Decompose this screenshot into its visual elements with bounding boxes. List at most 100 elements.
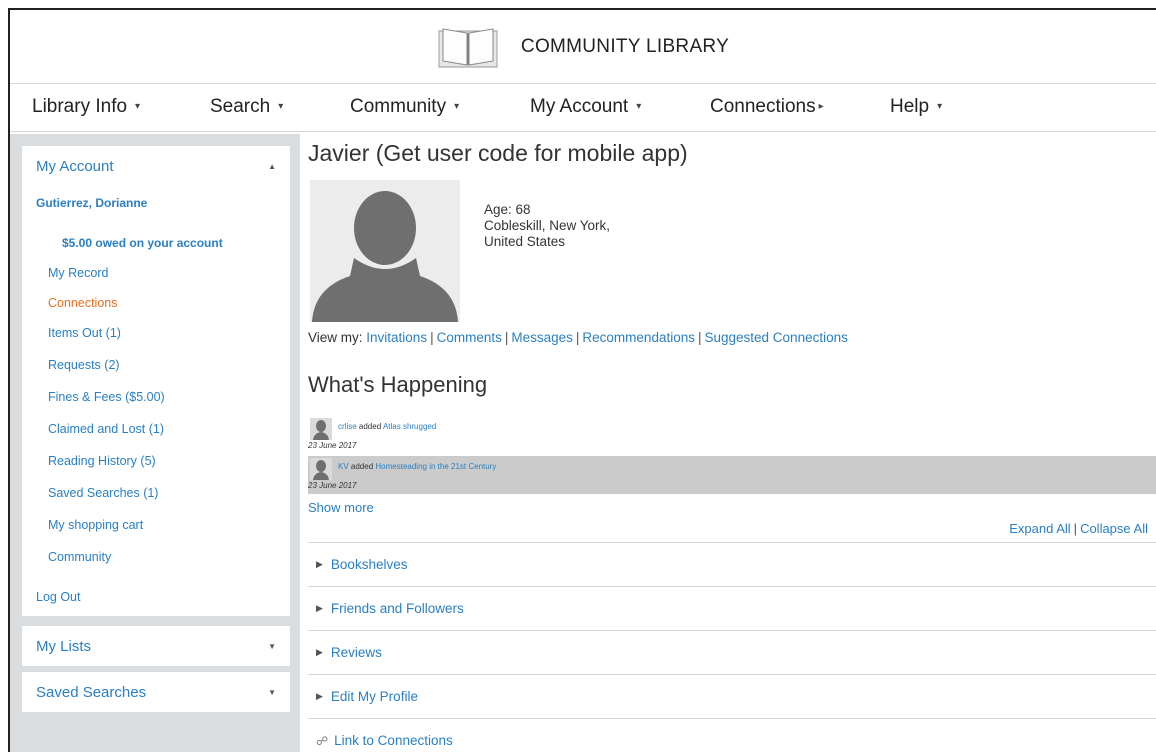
recommendations-link[interactable]: Recommendations <box>582 330 695 345</box>
profile-location: Cobleskill, New York, <box>484 218 611 233</box>
my-lists-panel-header[interactable]: My Lists ▼ <box>22 626 290 666</box>
panel-title: My Account <box>36 157 114 175</box>
expand-all-link[interactable]: Expand All <box>1009 521 1070 536</box>
nav-library-info[interactable]: Library Info ▾ <box>32 96 140 118</box>
section-friends-followers[interactable]: ▶ Friends and Followers <box>308 586 1156 630</box>
account-user-name[interactable]: Gutierrez, Dorianne <box>36 196 147 210</box>
panel-title: My Lists <box>36 637 92 655</box>
section-bookshelves[interactable]: ▶ Bookshelves <box>308 542 1156 586</box>
saved-searches-panel: Saved Searches ▼ <box>22 672 290 712</box>
nav-label: Help <box>890 96 930 117</box>
amount-owed-link[interactable]: $5.00 owed on your account <box>62 236 223 250</box>
section-label: Link to Connections <box>334 733 453 748</box>
link-icon: ☍ <box>316 733 329 748</box>
feed-user-link[interactable]: KV <box>338 462 349 471</box>
sidebar: My Account ▲ Gutierrez, Dorianne $5.00 o… <box>10 134 300 752</box>
chevron-right-icon: ▸ <box>818 101 824 113</box>
main-nav: Library Info ▾ Search ▾ Community ▾ My Acco… <box>10 84 1156 132</box>
nav-label: Search <box>210 96 271 117</box>
messages-link[interactable]: Messages <box>511 330 573 345</box>
feed-action: added <box>350 462 374 471</box>
chevron-down-icon: ▾ <box>454 101 460 113</box>
sidebar-item-items-out[interactable]: Items Out (1) <box>48 326 121 340</box>
caret-right-icon: ▶ <box>316 603 323 613</box>
chevron-down-icon: ▾ <box>636 101 642 113</box>
section-reviews[interactable]: ▶ Reviews <box>308 630 1156 674</box>
chevron-down-icon: ▼ <box>268 641 276 651</box>
feed-item: crlise added Atlas shrugged 23 June 2017 <box>308 416 1156 454</box>
chevron-down-icon: ▾ <box>278 101 284 113</box>
nav-search[interactable]: Search ▾ <box>210 96 283 118</box>
sidebar-item-my-record[interactable]: My Record <box>48 266 108 280</box>
site-header: COMMUNITY LIBRARY <box>10 10 1156 84</box>
link-to-connections[interactable]: ☍ Link to Connections <box>308 718 1156 752</box>
whats-happening-heading: What's Happening <box>308 372 488 397</box>
nav-label: Community <box>350 96 447 117</box>
my-lists-panel: My Lists ▼ <box>22 626 290 666</box>
feed-text: KV added Homesteading in the 21st Centur… <box>338 462 496 471</box>
feed-user-avatar <box>310 418 332 440</box>
feed-title-link[interactable]: Homesteading in the 21st Century <box>375 462 496 471</box>
expand-collapse-controls: Expand All | Collapse All <box>1009 521 1148 536</box>
caret-right-icon: ▶ <box>316 691 323 701</box>
nav-label: Connections <box>710 96 816 117</box>
collapse-all-link[interactable]: Collapse All <box>1080 521 1148 536</box>
sidebar-item-saved-searches[interactable]: Saved Searches (1) <box>48 486 158 500</box>
page-frame: COMMUNITY LIBRARY Library Info ▾ Search ▾ … <box>8 8 1156 752</box>
nav-community[interactable]: Community ▾ <box>350 96 459 118</box>
view-my-links: View my: Invitations | Comments | Messages | R… <box>308 330 848 345</box>
sidebar-item-claimed-lost[interactable]: Claimed and Lost (1) <box>48 422 164 436</box>
feed-user-link[interactable]: crlise <box>338 422 357 431</box>
feed-title-link[interactable]: Atlas shrugged <box>383 422 436 431</box>
sidebar-item-reading-history[interactable]: Reading History (5) <box>48 454 156 468</box>
section-label: Reviews <box>330 645 382 660</box>
chevron-up-icon: ▲ <box>268 161 276 171</box>
show-more-link[interactable]: Show more <box>308 500 374 515</box>
feed-action: added <box>358 422 382 431</box>
site-title: COMMUNITY LIBRARY <box>520 35 730 57</box>
feed-date: 23 June 2017 <box>308 441 357 450</box>
feed-text: crlise added Atlas shrugged <box>338 422 436 431</box>
profile-name[interactable]: Javier (Get user code for mobile app) <box>308 140 688 167</box>
main-content: Javier (Get user code for mobile app) Ag… <box>300 134 1156 752</box>
feed-date: 23 June 2017 <box>308 481 357 490</box>
user-silhouette-icon <box>313 420 329 440</box>
my-account-panel: My Account ▲ Gutierrez, Dorianne $5.00 o… <box>22 146 290 616</box>
log-out-link[interactable]: Log Out <box>36 590 80 604</box>
chevron-down-icon: ▼ <box>268 687 276 697</box>
sidebar-item-requests[interactable]: Requests (2) <box>48 358 120 372</box>
section-label: Bookshelves <box>330 557 408 572</box>
sidebar-item-shopping-cart[interactable]: My shopping cart <box>48 518 143 532</box>
view-my-prefix: View my: <box>308 330 363 345</box>
suggested-connections-link[interactable]: Suggested Connections <box>705 330 848 345</box>
sidebar-item-fines-fees[interactable]: Fines & Fees ($5.00) <box>48 390 165 404</box>
profile-country: United States <box>484 234 566 249</box>
user-silhouette-icon <box>312 191 458 322</box>
section-label: Edit My Profile <box>330 689 418 704</box>
nav-label: My Account <box>530 96 629 117</box>
nav-connections[interactable]: Connections ▸ <box>710 96 824 118</box>
comments-link[interactable]: Comments <box>437 330 502 345</box>
feed-user-avatar <box>310 458 332 480</box>
saved-searches-panel-header[interactable]: Saved Searches ▼ <box>22 672 290 712</box>
nav-label: Library Info <box>32 96 128 117</box>
chevron-down-icon: ▾ <box>937 101 943 113</box>
caret-right-icon: ▶ <box>316 647 323 657</box>
my-account-panel-header[interactable]: My Account ▲ <box>22 146 290 186</box>
panel-title: Saved Searches <box>36 683 147 701</box>
section-edit-profile[interactable]: ▶ Edit My Profile <box>308 674 1156 718</box>
open-book-icon <box>438 27 498 67</box>
user-silhouette-icon <box>313 460 329 480</box>
chevron-down-icon: ▾ <box>135 101 141 113</box>
nav-my-account[interactable]: My Account ▾ <box>530 96 641 118</box>
profile-info: Age: 68 Cobleskill, New York, United Sta… <box>484 202 610 250</box>
section-label: Friends and Followers <box>330 601 464 616</box>
caret-right-icon: ▶ <box>316 559 323 569</box>
profile-age: Age: 68 <box>484 202 531 217</box>
profile-avatar <box>310 180 460 322</box>
sidebar-item-community[interactable]: Community <box>48 550 111 564</box>
sidebar-item-connections[interactable]: Connections <box>48 296 118 310</box>
feed-item: KV added Homesteading in the 21st Centur… <box>308 456 1156 494</box>
nav-help[interactable]: Help ▾ <box>890 96 942 118</box>
invitations-link[interactable]: Invitations <box>366 330 427 345</box>
